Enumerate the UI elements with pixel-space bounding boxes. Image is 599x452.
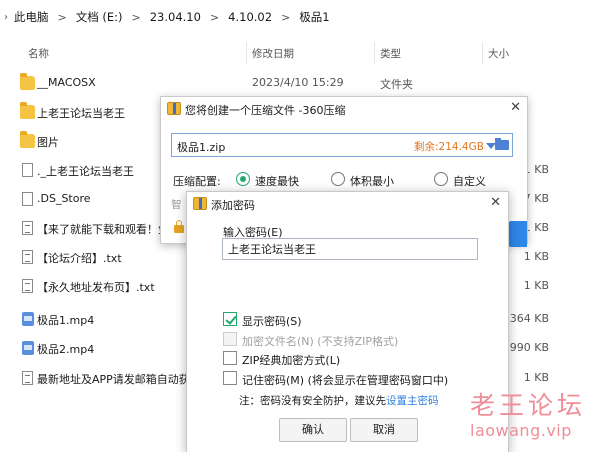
archive-icon xyxy=(167,102,181,115)
file-size: 1 KB xyxy=(523,250,549,263)
breadcrumb-current-folder[interactable]: 极品1 xyxy=(299,9,329,25)
remember-password-checkbox[interactable] xyxy=(223,371,237,385)
column-header-date[interactable]: 修改日期 xyxy=(252,46,294,61)
folder-icon xyxy=(20,102,35,119)
remember-password-label[interactable]: 记住密码(M) (将会显示在管理密码窗口中) xyxy=(242,372,448,388)
breadcrumb: › 此电脑 > 文档 (E:) > 23.04.10 > 4.10.02 > 极… xyxy=(0,0,599,34)
file-name: ._上老王论坛当老王 xyxy=(37,165,134,178)
archive-icon xyxy=(193,197,207,210)
breadcrumb-separator: > xyxy=(57,10,67,24)
encrypt-filenames-label: 加密文件名(N) (不支持ZIP格式) xyxy=(242,335,399,348)
password-dialog-titlebar[interactable]: 添加密码 ✕ xyxy=(187,192,508,216)
file-list-header: 名称 修改日期 类型 大小 xyxy=(0,42,599,64)
start-compress-button[interactable] xyxy=(509,221,527,247)
close-icon[interactable]: ✕ xyxy=(510,100,521,115)
file-icon xyxy=(22,192,33,206)
watermark-text: 老王论坛 xyxy=(470,391,587,420)
text-file-icon xyxy=(22,279,33,293)
breadcrumb-separator: > xyxy=(209,10,220,24)
breadcrumb-separator: > xyxy=(281,10,291,24)
file-name: 极品1.mp4 xyxy=(37,314,95,327)
column-header-name[interactable]: 名称 xyxy=(28,46,49,61)
file-date: 2023/4/10 15:29 xyxy=(252,76,344,89)
file-type: 文件夹 xyxy=(380,78,413,91)
breadcrumb-folder-date[interactable]: 23.04.10 xyxy=(150,10,201,24)
radio-smallest[interactable] xyxy=(331,172,345,186)
file-size: 1 KB xyxy=(523,279,549,292)
video-file-icon xyxy=(22,312,34,326)
password-field-box[interactable] xyxy=(222,238,478,260)
confirm-button[interactable]: 确认 xyxy=(279,418,347,442)
column-header-type[interactable]: 类型 xyxy=(380,46,401,61)
watermark-url: laowang.vip xyxy=(470,421,572,440)
file-name: 【来了就能下载和观看！免 xyxy=(37,223,169,236)
file-name: 图片 xyxy=(37,136,59,149)
chevron-right-icon[interactable]: › xyxy=(4,12,8,23)
compress-dialog-title: 您将创建一个压缩文件 -360压缩 xyxy=(185,104,346,117)
set-master-password-link[interactable]: 设置主密码 xyxy=(386,395,439,407)
column-header-size[interactable]: 大小 xyxy=(488,46,509,61)
zip-classic-encryption-label[interactable]: ZIP经典加密方式(L) xyxy=(242,352,340,368)
file-size: 364 KB xyxy=(509,312,549,325)
radio-smallest-label[interactable]: 体积最小 xyxy=(350,173,394,189)
file-name: 最新地址及APP请发邮箱自动获 xyxy=(37,373,190,386)
compress-dialog-titlebar[interactable]: 您将创建一个压缩文件 -360压缩 ✕ xyxy=(161,97,527,121)
breadcrumb-drive[interactable]: 文档 (E:) xyxy=(76,9,123,25)
folder-icon xyxy=(20,131,35,148)
file-name: 极品2.mp4 xyxy=(37,343,95,356)
show-password-label[interactable]: 显示密码(S) xyxy=(242,313,302,329)
column-divider[interactable] xyxy=(246,42,247,64)
file-name: __MACOSX xyxy=(37,76,96,89)
zip-classic-encryption-checkbox[interactable] xyxy=(223,351,237,365)
archive-path-field[interactable]: 极品1.zip 剩余:214.4GB xyxy=(171,133,513,157)
file-row[interactable]: __MACOSX 2023/4/10 15:29 文件夹 xyxy=(0,70,599,99)
folder-icon xyxy=(20,73,35,90)
browse-folder-button[interactable] xyxy=(493,134,511,156)
video-file-icon xyxy=(22,341,34,355)
radio-fastest[interactable] xyxy=(236,172,250,186)
breadcrumb-folder-version[interactable]: 4.10.02 xyxy=(228,10,272,24)
column-divider[interactable] xyxy=(374,42,375,64)
radio-custom-label[interactable]: 自定义 xyxy=(453,173,486,189)
text-file-icon xyxy=(22,250,33,264)
security-note: 注：密码没有安全防护，建议先设置主密码 xyxy=(239,393,439,408)
cancel-button[interactable]: 取消 xyxy=(350,418,418,442)
radio-fastest-label[interactable]: 速度最快 xyxy=(255,173,299,189)
password-dialog-title: 添加密码 xyxy=(211,199,255,212)
text-file-icon xyxy=(22,371,33,385)
folder-icon xyxy=(495,138,509,150)
free-space-label: 剩余:214.4GB xyxy=(414,141,484,153)
smart-label: 智 xyxy=(171,199,182,211)
security-note-text: 注：密码没有安全防护，建议先 xyxy=(239,395,386,407)
compression-level-row: 压缩配置: 速度最快 体积最小 自定义 xyxy=(173,171,523,189)
lock-icon[interactable] xyxy=(174,220,184,233)
breadcrumb-separator: > xyxy=(131,10,141,24)
encrypt-filenames-checkbox[interactable] xyxy=(223,332,237,346)
file-size: 990 KB xyxy=(509,341,549,354)
file-icon xyxy=(22,163,33,177)
archive-path-value[interactable]: 极品1.zip xyxy=(177,139,225,155)
text-file-icon xyxy=(22,221,33,235)
file-name: 【论坛介绍】.txt xyxy=(37,252,122,265)
show-password-checkbox[interactable] xyxy=(223,312,237,326)
file-size: 1 KB xyxy=(523,371,549,384)
file-name: 上老王论坛当老王 xyxy=(37,107,125,120)
password-input[interactable] xyxy=(223,239,477,259)
breadcrumb-this-pc[interactable]: 此电脑 xyxy=(14,9,49,25)
close-icon[interactable]: ✕ xyxy=(490,195,501,210)
column-divider[interactable] xyxy=(482,42,483,64)
add-password-dialog: 添加密码 ✕ 输入密码(E) 显示密码(S) 加密文件名(N) (不支持ZIP格… xyxy=(186,191,509,452)
file-name: 【永久地址发布页】.txt xyxy=(37,281,155,294)
compression-level-label: 压缩配置: xyxy=(173,175,221,188)
file-name: .DS_Store xyxy=(37,192,91,205)
radio-custom[interactable] xyxy=(434,172,448,186)
